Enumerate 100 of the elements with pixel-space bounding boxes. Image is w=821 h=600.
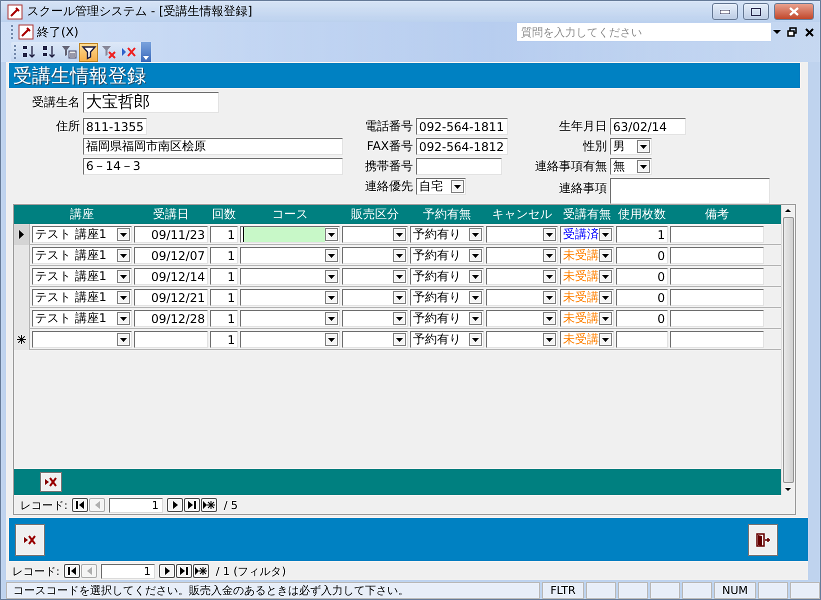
course-combo[interactable]: テスト 講座1 — [32, 268, 132, 285]
menu-item[interactable]: 終了(X) — [15, 24, 82, 40]
course-code-combo[interactable] — [240, 226, 340, 243]
course-combo[interactable]: テスト 講座1 — [32, 247, 132, 264]
vertical-scrollbar[interactable] — [781, 205, 795, 495]
dropdown-button[interactable] — [543, 312, 556, 325]
remarks-cell[interactable] — [670, 268, 764, 285]
reservation-combo[interactable]: 予約有り — [410, 268, 484, 285]
cancel-combo[interactable] — [486, 310, 558, 327]
dropdown-button[interactable] — [325, 249, 338, 262]
tickets-used-cell[interactable]: 0 — [616, 268, 668, 285]
last-record-button[interactable] — [184, 498, 200, 512]
date-cell[interactable]: 09/12/14 — [134, 268, 208, 285]
reservation-combo[interactable]: 予約有り — [410, 310, 484, 327]
dropdown-button[interactable] — [325, 228, 338, 241]
tickets-used-cell[interactable]: 0 — [616, 247, 668, 264]
cancel-combo[interactable] — [486, 331, 558, 348]
course-code-combo[interactable] — [240, 331, 340, 348]
last-record-button[interactable] — [176, 564, 192, 578]
dropdown-button[interactable] — [325, 333, 338, 346]
remarks-cell[interactable] — [670, 226, 764, 243]
count-cell[interactable]: 1 — [210, 331, 238, 348]
toolbar-options-button[interactable] — [141, 42, 151, 62]
next-record-button[interactable] — [158, 564, 175, 578]
dropdown-button[interactable] — [393, 249, 406, 262]
dropdown-button[interactable] — [117, 270, 130, 283]
help-search-field[interactable]: 質問を入力してください — [517, 23, 771, 41]
first-record-button[interactable] — [64, 564, 80, 578]
attendance-combo[interactable]: 受講済 — [560, 226, 614, 243]
dropdown-button[interactable] — [599, 291, 612, 304]
dropdown-button[interactable] — [543, 333, 556, 346]
dropdown-button[interactable] — [469, 270, 482, 283]
count-cell[interactable]: 1 — [210, 226, 238, 243]
dropdown-button[interactable] — [543, 249, 556, 262]
dropdown-button[interactable] — [393, 312, 406, 325]
close-icon[interactable] — [805, 28, 814, 36]
dropdown-button[interactable] — [469, 312, 482, 325]
next-record-button[interactable] — [166, 498, 183, 512]
count-cell[interactable]: 1 — [210, 268, 238, 285]
sales-type-combo[interactable] — [342, 331, 408, 348]
remarks-cell[interactable] — [670, 331, 764, 348]
tickets-used-cell[interactable] — [616, 331, 668, 348]
maximize-button[interactable] — [743, 3, 769, 20]
restore-icon[interactable] — [787, 27, 797, 37]
dropdown-button[interactable] — [117, 249, 130, 262]
contact-preference-combo[interactable]: 自宅 — [416, 178, 466, 195]
tickets-used-cell[interactable]: 0 — [616, 289, 668, 306]
new-record-button[interactable] — [200, 498, 217, 512]
notes-flag-combo[interactable]: 無 — [610, 158, 652, 175]
count-cell[interactable]: 1 — [210, 310, 238, 327]
dropdown-button[interactable] — [543, 270, 556, 283]
date-cell[interactable]: 09/12/28 — [134, 310, 208, 327]
record-number-field[interactable]: 1 — [108, 498, 163, 512]
course-combo[interactable] — [32, 331, 132, 348]
tickets-used-cell[interactable]: 1 — [616, 226, 668, 243]
reservation-combo[interactable]: 予約有り — [410, 289, 484, 306]
dropdown-button[interactable] — [325, 270, 338, 283]
gender-combo[interactable]: 男 — [610, 138, 652, 155]
date-cell[interactable]: 09/12/21 — [134, 289, 208, 306]
reservation-combo[interactable]: 予約有り — [410, 226, 484, 243]
first-record-button[interactable] — [72, 498, 88, 512]
course-code-combo[interactable] — [240, 247, 340, 264]
minimize-button[interactable] — [712, 3, 738, 20]
remarks-cell[interactable] — [670, 247, 764, 264]
tickets-used-cell[interactable]: 0 — [616, 310, 668, 327]
course-code-combo[interactable] — [240, 310, 340, 327]
new-record-button[interactable] — [192, 564, 209, 578]
dropdown-button[interactable] — [117, 312, 130, 325]
dropdown-button[interactable] — [325, 291, 338, 304]
birth-date-field[interactable]: 63/02/14 — [610, 118, 686, 135]
course-code-combo[interactable] — [240, 289, 340, 306]
remarks-cell[interactable] — [670, 310, 764, 327]
date-cell[interactable] — [134, 331, 208, 348]
dropdown-button[interactable] — [469, 228, 482, 241]
course-combo[interactable]: テスト 講座1 — [32, 289, 132, 306]
dropdown-button[interactable] — [117, 228, 130, 241]
dropdown-button[interactable] — [599, 228, 612, 241]
count-cell[interactable]: 1 — [210, 289, 238, 306]
exit-button[interactable] — [748, 524, 778, 556]
date-cell[interactable]: 09/12/07 — [134, 247, 208, 264]
row-selector[interactable] — [14, 224, 30, 245]
mobile-field[interactable] — [416, 158, 502, 175]
sales-type-combo[interactable] — [342, 268, 408, 285]
dropdown-button[interactable] — [599, 270, 612, 283]
dropdown-icon[interactable] — [771, 29, 783, 35]
phone-field[interactable]: 092-564-1811 — [416, 118, 508, 135]
delete-record-button[interactable] — [15, 524, 45, 556]
reservation-combo[interactable]: 予約有り — [410, 247, 484, 264]
fax-field[interactable]: 092-564-1812 — [416, 138, 508, 155]
cancel-combo[interactable] — [486, 268, 558, 285]
row-selector[interactable] — [14, 329, 30, 350]
record-number-field[interactable]: 1 — [100, 564, 155, 578]
sales-type-combo[interactable] — [342, 226, 408, 243]
notes-field[interactable] — [610, 178, 770, 204]
address-field[interactable]: 福岡県福岡市南区桧原 — [83, 138, 343, 155]
dropdown-button[interactable] — [637, 140, 650, 153]
address-field[interactable]: 6－14－3 — [83, 158, 343, 175]
delete-record-button[interactable] — [40, 472, 62, 492]
close-button[interactable] — [774, 3, 814, 20]
dropdown-button[interactable] — [393, 333, 406, 346]
